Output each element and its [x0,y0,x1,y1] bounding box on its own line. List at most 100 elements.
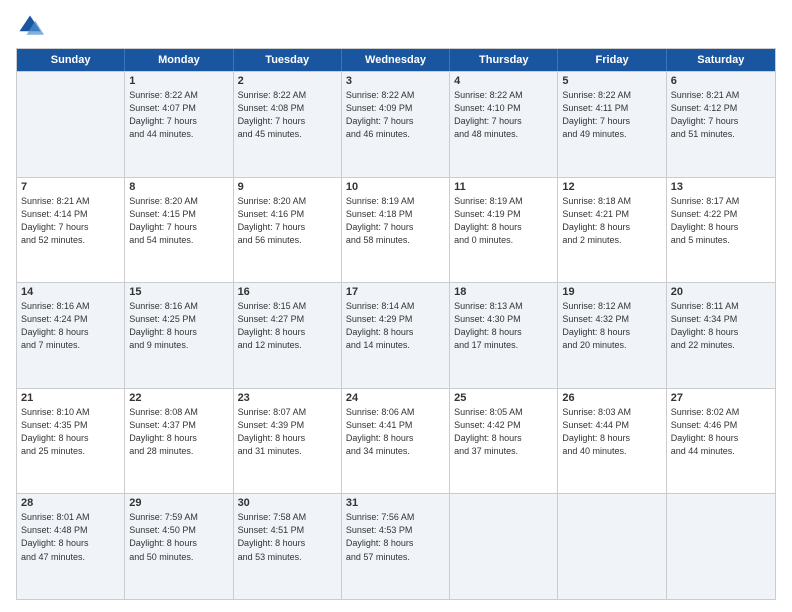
cell-line: and 12 minutes. [238,339,337,352]
cell-line: Sunset: 4:11 PM [562,102,661,115]
cal-cell-1-0: 7Sunrise: 8:21 AMSunset: 4:14 PMDaylight… [17,178,125,283]
cal-cell-0-6: 6Sunrise: 8:21 AMSunset: 4:12 PMDaylight… [667,72,775,177]
cell-line: Daylight: 8 hours [346,432,445,445]
cal-cell-3-4: 25Sunrise: 8:05 AMSunset: 4:42 PMDayligh… [450,389,558,494]
header-day-tuesday: Tuesday [234,49,342,71]
cell-line: Sunset: 4:29 PM [346,313,445,326]
day-number: 11 [454,181,553,193]
logo-icon [16,12,44,40]
calendar-row-4: 28Sunrise: 8:01 AMSunset: 4:48 PMDayligh… [17,493,775,599]
cell-line: Daylight: 8 hours [454,326,553,339]
cell-line: Sunset: 4:25 PM [129,313,228,326]
cell-line: Daylight: 7 hours [129,115,228,128]
cell-line: Sunrise: 8:19 AM [346,195,445,208]
cal-cell-3-0: 21Sunrise: 8:10 AMSunset: 4:35 PMDayligh… [17,389,125,494]
cell-line: Sunrise: 8:08 AM [129,406,228,419]
page: SundayMondayTuesdayWednesdayThursdayFrid… [0,0,792,612]
cell-line: Sunrise: 8:21 AM [21,195,120,208]
cell-line: and 17 minutes. [454,339,553,352]
cell-line: and 14 minutes. [346,339,445,352]
cell-line: Sunrise: 8:10 AM [21,406,120,419]
cell-line: and 58 minutes. [346,234,445,247]
day-number: 25 [454,392,553,404]
cell-line: and 9 minutes. [129,339,228,352]
cell-line: Sunrise: 8:13 AM [454,300,553,313]
day-number: 3 [346,75,445,87]
calendar-row-2: 14Sunrise: 8:16 AMSunset: 4:24 PMDayligh… [17,282,775,388]
cell-line: Sunrise: 8:17 AM [671,195,771,208]
day-number: 13 [671,181,771,193]
cell-line: Sunset: 4:09 PM [346,102,445,115]
cal-cell-0-4: 4Sunrise: 8:22 AMSunset: 4:10 PMDaylight… [450,72,558,177]
day-number: 18 [454,286,553,298]
cell-line: and 48 minutes. [454,128,553,141]
cell-line: Sunrise: 8:05 AM [454,406,553,419]
cell-line: and 56 minutes. [238,234,337,247]
cell-line: Daylight: 7 hours [346,115,445,128]
day-number: 27 [671,392,771,404]
day-number: 14 [21,286,120,298]
cell-line: Sunrise: 8:20 AM [238,195,337,208]
cell-line: Sunset: 4:37 PM [129,419,228,432]
cell-line: Sunrise: 7:56 AM [346,511,445,524]
cell-line: Sunset: 4:48 PM [21,524,120,537]
cell-line: Sunset: 4:39 PM [238,419,337,432]
cal-cell-3-6: 27Sunrise: 8:02 AMSunset: 4:46 PMDayligh… [667,389,775,494]
cell-line: Daylight: 8 hours [346,537,445,550]
cell-line: Sunrise: 8:14 AM [346,300,445,313]
cell-line: Sunset: 4:19 PM [454,208,553,221]
header-day-monday: Monday [125,49,233,71]
header-day-sunday: Sunday [17,49,125,71]
cal-cell-2-0: 14Sunrise: 8:16 AMSunset: 4:24 PMDayligh… [17,283,125,388]
day-number: 9 [238,181,337,193]
cal-cell-0-5: 5Sunrise: 8:22 AMSunset: 4:11 PMDaylight… [558,72,666,177]
cal-cell-4-3: 31 Sunrise: 7:56 AMSunset: 4:53 PMDayligh… [342,494,450,599]
cell-line: Daylight: 8 hours [562,221,661,234]
cell-line: Sunset: 4:08 PM [238,102,337,115]
day-number: 12 [562,181,661,193]
cell-line: and 52 minutes. [21,234,120,247]
cal-cell-2-2: 16Sunrise: 8:15 AMSunset: 4:27 PMDayligh… [234,283,342,388]
cell-line: Sunrise: 8:11 AM [671,300,771,313]
cell-line: Sunrise: 8:18 AM [562,195,661,208]
cell-line: Daylight: 8 hours [671,326,771,339]
cell-line: Sunset: 4:07 PM [129,102,228,115]
cell-line: Sunrise: 8:22 AM [562,89,661,102]
cell-line: Daylight: 8 hours [238,432,337,445]
cell-line: and 49 minutes. [562,128,661,141]
cell-line: Sunrise: 8:03 AM [562,406,661,419]
cell-line: Sunrise: 7:58 AM [238,511,337,524]
cell-line: and 2 minutes. [562,234,661,247]
cell-line: Daylight: 8 hours [238,326,337,339]
cell-line: and 37 minutes. [454,445,553,458]
cell-line: Sunset: 4:27 PM [238,313,337,326]
day-number: 21 [21,392,120,404]
cell-line: Sunset: 4:21 PM [562,208,661,221]
cell-line: Daylight: 8 hours [562,326,661,339]
cell-line: Daylight: 7 hours [238,115,337,128]
cal-cell-4-2: 30Sunrise: 7:58 AMSunset: 4:51 PMDayligh… [234,494,342,599]
day-number: 22 [129,392,228,404]
calendar-header: SundayMondayTuesdayWednesdayThursdayFrid… [17,49,775,71]
cal-cell-3-3: 24Sunrise: 8:06 AMSunset: 4:41 PMDayligh… [342,389,450,494]
cell-line: Sunset: 4:32 PM [562,313,661,326]
cell-line: Daylight: 7 hours [454,115,553,128]
cell-line: and 40 minutes. [562,445,661,458]
cal-cell-0-0 [17,72,125,177]
cell-line: and 47 minutes. [21,551,120,564]
header-day-thursday: Thursday [450,49,558,71]
cell-line: Sunset: 4:10 PM [454,102,553,115]
cell-line: and 22 minutes. [671,339,771,352]
calendar-body: 1Sunrise: 8:22 AMSunset: 4:07 PMDaylight… [17,71,775,599]
cal-cell-1-1: 8Sunrise: 8:20 AMSunset: 4:15 PMDaylight… [125,178,233,283]
cal-cell-4-0: 28Sunrise: 8:01 AMSunset: 4:48 PMDayligh… [17,494,125,599]
cell-line: Sunset: 4:42 PM [454,419,553,432]
cell-line: and 5 minutes. [671,234,771,247]
cal-cell-4-1: 29Sunrise: 7:59 AMSunset: 4:50 PMDayligh… [125,494,233,599]
day-number: 4 [454,75,553,87]
cell-line: Sunrise: 8:21 AM [671,89,771,102]
day-number: 31 [346,497,445,509]
cell-line: Sunset: 4:53 PM [346,524,445,537]
cell-line: Daylight: 7 hours [21,221,120,234]
cell-line: and 7 minutes. [21,339,120,352]
